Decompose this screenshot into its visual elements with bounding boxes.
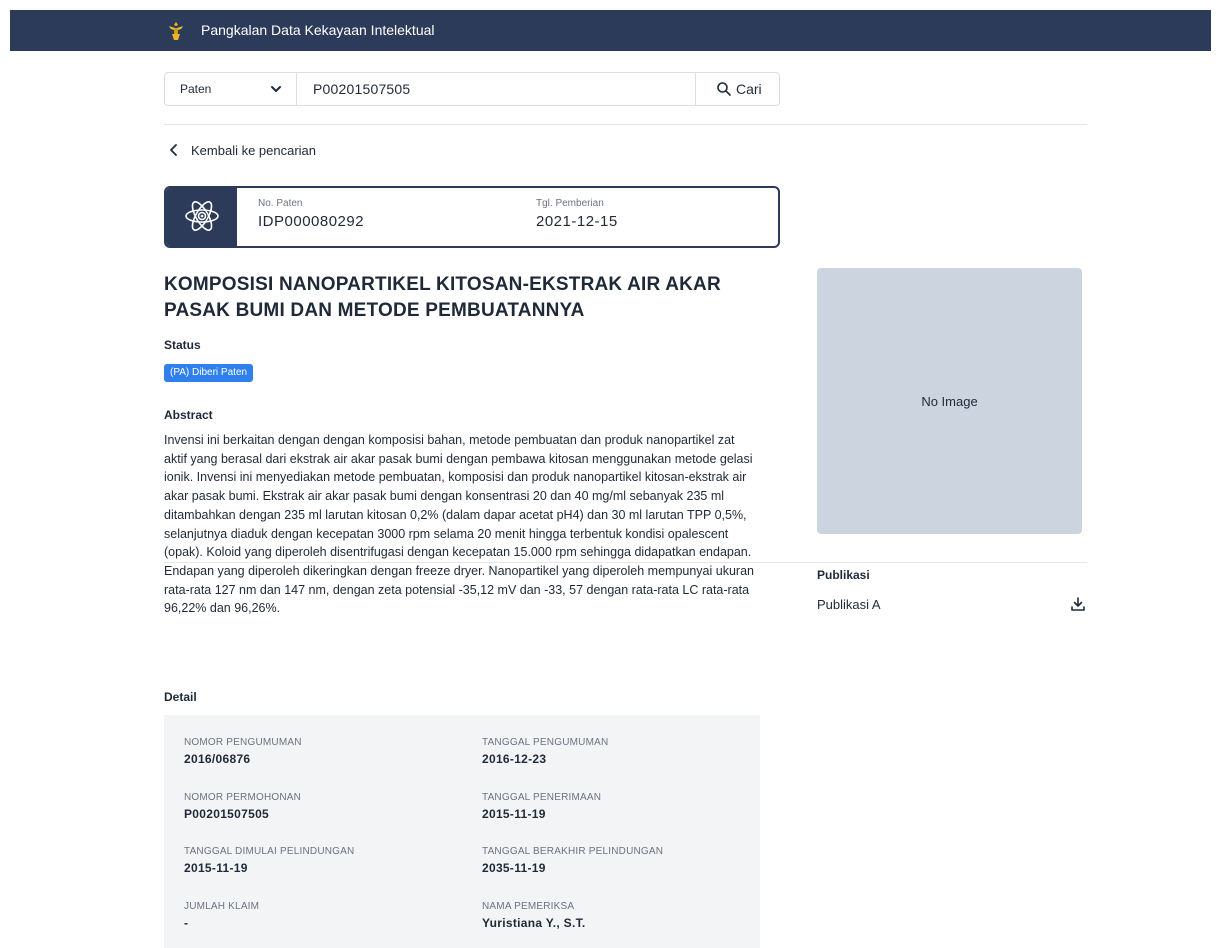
divider: [164, 124, 1087, 125]
detail-field: TANGGAL DIMULAI PELINDUNGAN 2015-11-19: [184, 846, 354, 875]
publikasi-item[interactable]: Publikasi A: [817, 597, 881, 612]
garuda-logo-icon: [169, 22, 183, 40]
detail-field-label: TANGGAL PENGUMUMAN: [482, 737, 609, 748]
grant-date-label: Tgl. Pemberian: [536, 198, 604, 209]
patent-number-label: No. Paten: [258, 198, 303, 209]
detail-field-value: 2035-11-19: [482, 861, 546, 875]
detail-field-value: P00201507505: [184, 807, 270, 821]
grant-date-value: 2021-12-15: [536, 213, 618, 230]
detail-field: JUMLAH KLAIM -: [184, 901, 259, 930]
detail-panel: NOMOR PENGUMUMAN 2016/06876 TANGGAL PENG…: [164, 715, 760, 948]
type-select-value: Paten: [180, 82, 212, 96]
detail-field-label: TANGGAL PENERIMAAN: [482, 792, 602, 803]
detail-field-value: Yuristiana Y., S.T.: [482, 916, 586, 930]
detail-field-label: JUMLAH KLAIM: [184, 901, 260, 912]
detail-field: NAMA PEMERIKSA Yuristiana Y., S.T.: [482, 901, 586, 930]
detail-field-value: 2015-11-19: [482, 807, 546, 821]
detail-field-label: NOMOR PERMOHONAN: [184, 792, 302, 803]
detail-field-label: TANGGAL DIMULAI PELINDUNGAN: [184, 846, 355, 857]
search-input[interactable]: P00201507505: [313, 81, 410, 97]
download-icon[interactable]: [1070, 596, 1086, 612]
detail-field-value: -: [184, 916, 189, 930]
detail-field-value: 2016-12-23: [482, 752, 547, 766]
patent-number-card: No. Paten IDP000080292 Tgl. Pemberian 20…: [164, 186, 780, 248]
patent-icon-box: [166, 188, 237, 246]
status-heading: Status: [164, 338, 201, 352]
search-icon: [717, 82, 731, 96]
detail-field: TANGGAL PENGUMUMAN 2016-12-23: [482, 737, 608, 766]
back-link-label: Kembali ke pencarian: [191, 143, 317, 158]
image-placeholder: No Image: [817, 268, 1082, 534]
patent-number-field: No. Paten IDP000080292: [258, 198, 364, 230]
publikasi-heading: Publikasi: [817, 568, 870, 582]
atom-icon: [185, 201, 219, 231]
divider: [164, 562, 1087, 563]
top-bar: Pangkalan Data Kekayaan Intelektual: [10, 10, 1211, 51]
search-bar: Paten P00201507505 Cari: [164, 72, 780, 106]
patent-number-value: IDP000080292: [258, 213, 365, 230]
detail-field: NOMOR PERMOHONAN P00201507505: [184, 792, 301, 821]
detail-field-label: NAMA PEMERIKSA: [482, 901, 575, 912]
abstract-heading: Abstract: [164, 408, 213, 422]
type-select[interactable]: Paten: [165, 73, 297, 105]
no-image-label: No Image: [921, 394, 978, 409]
detail-field: NOMOR PENGUMUMAN 2016/06876: [184, 737, 302, 766]
detail-field: TANGGAL BERAKHIR PELINDUNGAN 2035-11-19: [482, 846, 663, 875]
patent-title: KOMPOSISI NANOPARTIKEL KITOSAN-EKSTRAK A…: [164, 274, 721, 321]
app-title[interactable]: Pangkalan Data Kekayaan Intelektual: [201, 22, 435, 38]
chevron-down-icon: [271, 86, 281, 92]
search-button[interactable]: Cari: [695, 73, 780, 105]
detail-field-label: TANGGAL BERAKHIR PELINDUNGAN: [482, 846, 664, 857]
detail-field: TANGGAL PENERIMAAN 2015-11-19: [482, 792, 601, 821]
detail-field-value: 2016/06876: [184, 752, 251, 766]
chevron-left-icon: [170, 144, 177, 156]
detail-field-label: NOMOR PENGUMUMAN: [184, 737, 302, 748]
detail-heading: Detail: [164, 690, 197, 704]
grant-date-field: Tgl. Pemberian 2021-12-15: [536, 198, 618, 230]
status-badge: (PA) Diberi Paten: [164, 364, 254, 382]
abstract-text: Invensi ini berkaitan dengan dengan komp…: [164, 433, 754, 616]
detail-field-value: 2015-11-19: [184, 861, 248, 875]
search-button-label: Cari: [736, 81, 762, 97]
